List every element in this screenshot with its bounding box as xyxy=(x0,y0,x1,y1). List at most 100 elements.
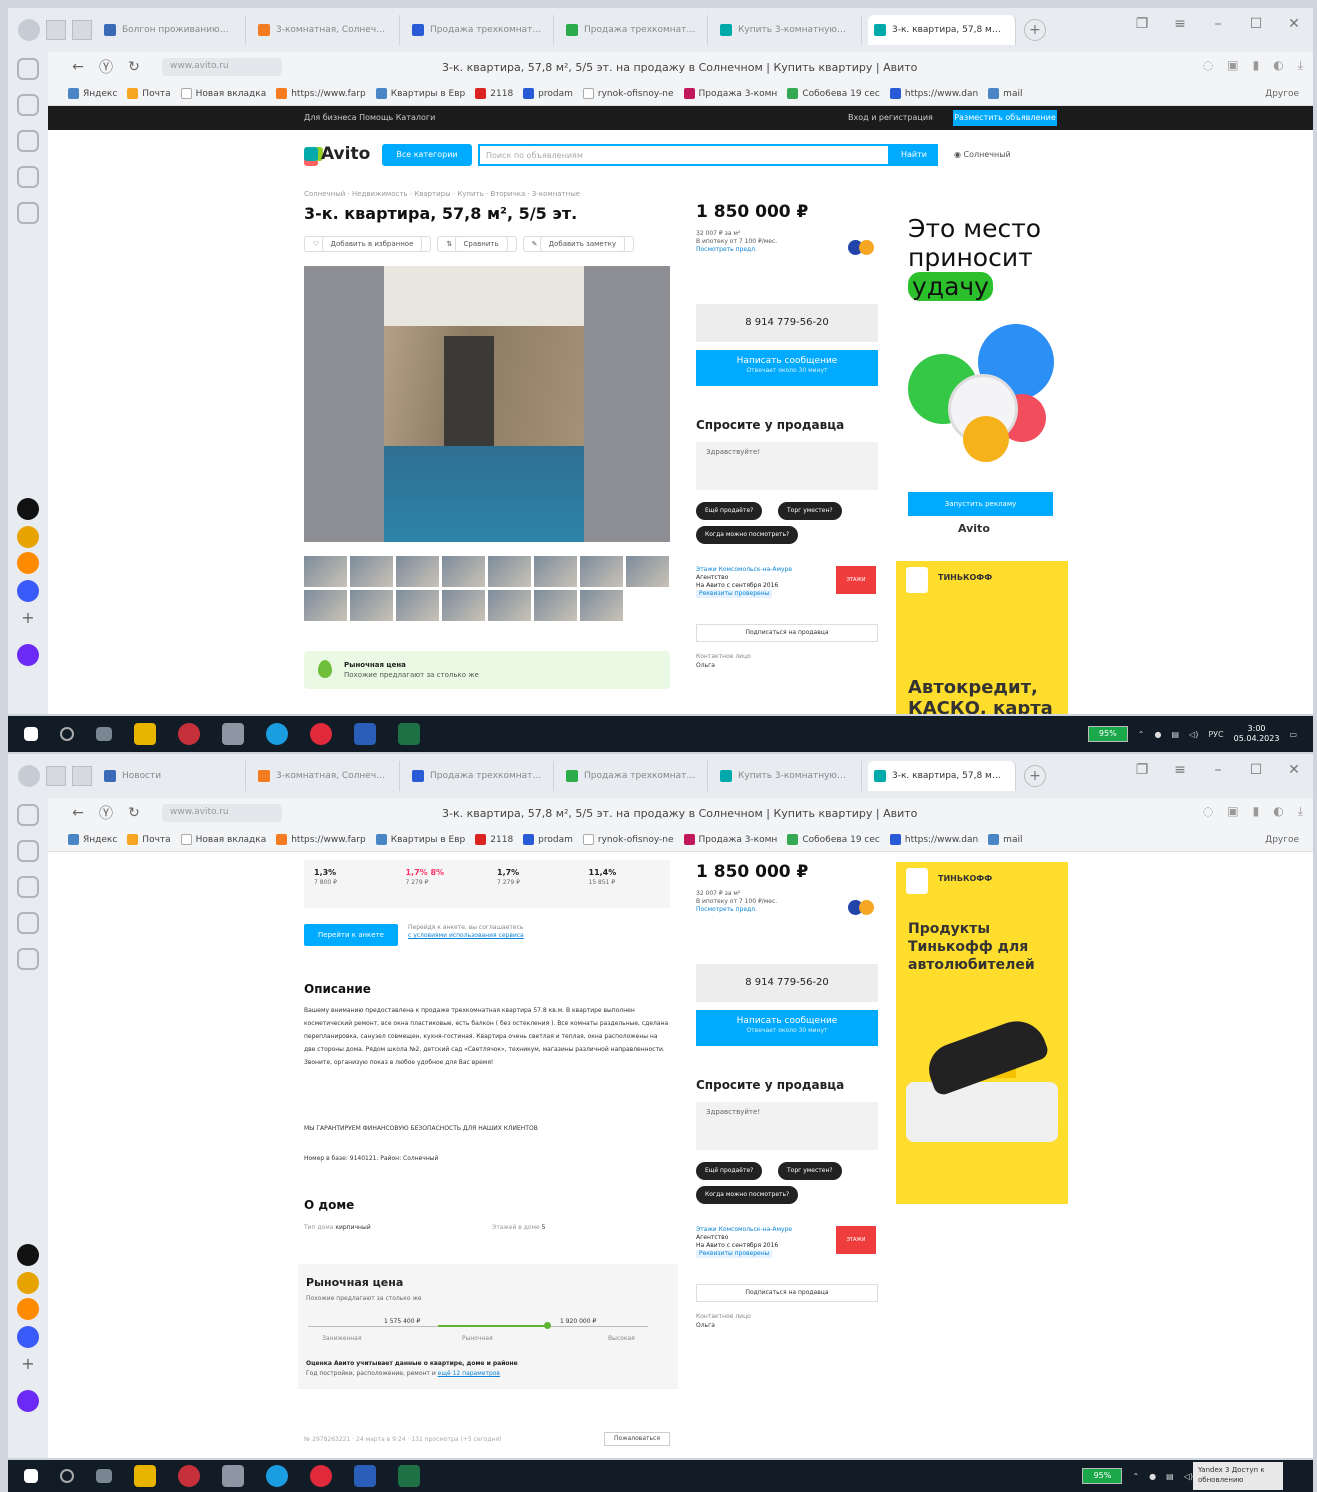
ask-seller-input[interactable]: Здравствуйте! xyxy=(696,442,878,490)
yandex-browser-icon[interactable] xyxy=(178,723,200,745)
app-icon[interactable] xyxy=(222,723,244,745)
bookmark[interactable]: rynok-ofisnoy-ne xyxy=(582,88,674,99)
tab[interactable]: 3-комнатная, Солнеч… xyxy=(252,15,400,45)
avito-ad-banner[interactable]: Это место приносит удачу Запустить рекламу… xyxy=(896,204,1068,534)
photo-thumbnail[interactable] xyxy=(488,556,531,587)
tab[interactable]: Продажа трехкомнат… xyxy=(406,761,554,791)
app-icon[interactable] xyxy=(17,580,39,602)
add-app-icon[interactable]: + xyxy=(17,608,39,630)
tab[interactable]: Продажа трехкомнат… xyxy=(560,761,708,791)
back-icon[interactable]: ← xyxy=(64,59,92,75)
battery-indicator[interactable]: 95% xyxy=(1087,726,1128,742)
post-ad-button[interactable]: Разместить объявление xyxy=(953,110,1057,126)
search-input[interactable]: Поиск по объявлениям xyxy=(478,144,890,166)
search-icon[interactable] xyxy=(60,727,74,741)
tray-arrow-icon[interactable]: ⌃ xyxy=(1138,730,1145,739)
rate-item[interactable]: 11,4% 15 851 ₽ xyxy=(579,860,671,908)
app-icon[interactable] xyxy=(17,1244,39,1266)
login-link[interactable]: Вход и регистрация xyxy=(848,113,933,122)
terms-link[interactable]: с условиями использования сервиса xyxy=(408,932,524,939)
update-toast[interactable]: Yandex 3 Доступ к обновлению xyxy=(1193,1462,1283,1490)
yandex-icon[interactable]: Ⓨ xyxy=(92,57,120,77)
photo-thumbnail[interactable] xyxy=(534,556,577,587)
photo-thumbnail[interactable] xyxy=(580,556,623,587)
bookmark[interactable]: Собо6ева 19 сес xyxy=(787,834,880,845)
photo-thumbnail[interactable] xyxy=(534,590,577,621)
menu-icon[interactable]: ≡ xyxy=(1161,762,1199,778)
bookmark[interactable]: Продажа 3-комн xyxy=(683,88,777,99)
app-icon[interactable] xyxy=(17,498,39,520)
photo-thumbnail[interactable] xyxy=(442,590,485,621)
close-button[interactable]: ✕ xyxy=(1275,16,1313,32)
history-icon[interactable] xyxy=(17,804,39,826)
reload-icon[interactable]: ↻ xyxy=(120,805,148,821)
bookmark[interactable]: rynok-ofisnoy-ne xyxy=(582,834,674,845)
task-view-icon[interactable] xyxy=(96,727,112,741)
add-app-icon[interactable]: + xyxy=(17,1354,39,1376)
quick-question-chip[interactable]: Когда можно посмотреть? xyxy=(696,526,799,544)
bookmark[interactable]: https://www.dan xyxy=(889,834,978,845)
word-icon[interactable] xyxy=(354,723,376,745)
tab[interactable]: 3-комнатная, Солнеч… xyxy=(252,761,400,791)
media-icon[interactable] xyxy=(17,130,39,152)
bookmark[interactable]: https://www.farp xyxy=(276,88,366,99)
file-explorer-icon[interactable] xyxy=(134,723,156,745)
notifications-icon[interactable]: ▭ xyxy=(1289,730,1297,739)
phone-button[interactable]: 8 914 779-56-20 xyxy=(696,304,878,342)
excel-icon[interactable] xyxy=(398,723,420,745)
bookmark[interactable]: prodam xyxy=(523,88,573,99)
subscribe-seller-button[interactable]: Подписаться на продавца xyxy=(696,1284,878,1302)
seller-name-link[interactable]: Этажи Комсомольск-на-Амуре xyxy=(696,566,826,574)
tinkoff-ad-banner[interactable]: ТИНЬКОФФ Продукты Тинькофф для автолюбит… xyxy=(896,862,1068,1204)
download-icon[interactable]: ⤓ xyxy=(1298,804,1303,819)
extension-icon[interactable]: ◐ xyxy=(1273,58,1283,73)
page-title-bar[interactable]: 3-к. квартира, 57,8 м², 5/5 эт. на прода… xyxy=(442,807,917,820)
listing-main-photo[interactable] xyxy=(304,266,670,542)
quick-question-chip[interactable]: Торг уместен? xyxy=(778,502,842,520)
profile-icon[interactable] xyxy=(18,765,40,787)
file-explorer-icon[interactable] xyxy=(134,1465,156,1487)
photo-thumbnail[interactable] xyxy=(304,590,347,621)
tab[interactable]: Продажа трехкомнат… xyxy=(406,15,554,45)
quick-question-chip[interactable]: Ещё продаёте? xyxy=(696,1162,763,1180)
tray-app-icon[interactable]: ● xyxy=(1155,730,1162,739)
phone-button[interactable]: 8 914 779-56-20 xyxy=(696,964,878,1002)
add-note-button[interactable]: ✎ Добавить заметку xyxy=(522,236,635,252)
excel-icon[interactable] xyxy=(398,1465,420,1487)
topbar-links[interactable]: Для бизнеса Помощь Каталоги xyxy=(304,113,435,122)
bookmark[interactable]: Собо6ева 19 сес xyxy=(787,88,880,99)
bookmark-window-icon[interactable]: ❐ xyxy=(1123,762,1161,778)
extension-icon[interactable]: ▣ xyxy=(1227,804,1238,819)
bookmark[interactable]: Продажа 3-комн xyxy=(683,834,777,845)
market-price-banner[interactable]: Рыночная цена Похожие предлагают за стол… xyxy=(304,651,670,689)
bookmark[interactable]: Квартиры в Евр xyxy=(375,834,465,845)
bookmark[interactable]: Новая вкладка xyxy=(180,88,266,99)
photo-thumbnail[interactable] xyxy=(396,556,439,587)
extension-icon[interactable]: ◌ xyxy=(1203,58,1213,73)
write-message-button[interactable]: Написать сообщение Отвечает около 30 мину… xyxy=(696,1010,878,1046)
rate-item[interactable]: 1,7% 8% 7 279 ₽ xyxy=(396,860,488,908)
task-view-icon[interactable] xyxy=(96,1469,112,1483)
reload-icon[interactable]: ↻ xyxy=(120,59,148,75)
download-icon[interactable]: ⤓ xyxy=(1298,58,1303,73)
app-icon[interactable] xyxy=(17,1272,39,1294)
photo-thumbnail[interactable] xyxy=(580,590,623,621)
bookmarks-more[interactable]: Другое xyxy=(1265,89,1299,99)
new-tab-button[interactable]: + xyxy=(1024,765,1046,787)
bookmark[interactable]: https://www.dan xyxy=(889,88,978,99)
start-icon[interactable] xyxy=(24,727,38,741)
new-tab-button[interactable]: + xyxy=(1024,19,1046,41)
minimize-button[interactable]: – xyxy=(1199,762,1237,778)
rate-item[interactable]: 1,3% 7 800 ₽ xyxy=(304,860,396,908)
alice-icon[interactable] xyxy=(17,644,39,666)
tab[interactable]: Купить 3-комнатную… xyxy=(714,15,862,45)
notes-icon[interactable] xyxy=(17,912,39,934)
screenshot-icon[interactable] xyxy=(17,202,39,224)
search-icon[interactable] xyxy=(60,1469,74,1483)
app-icon[interactable] xyxy=(17,526,39,548)
compare-button[interactable]: ⇅ Сравнить xyxy=(437,236,517,252)
collections-icon[interactable] xyxy=(17,840,39,862)
tab-active[interactable]: 3-к. квартира, 57,8 м… xyxy=(868,761,1016,791)
tray-app-icon[interactable]: ● xyxy=(1149,1472,1156,1481)
close-button[interactable]: ✕ xyxy=(1275,762,1313,778)
